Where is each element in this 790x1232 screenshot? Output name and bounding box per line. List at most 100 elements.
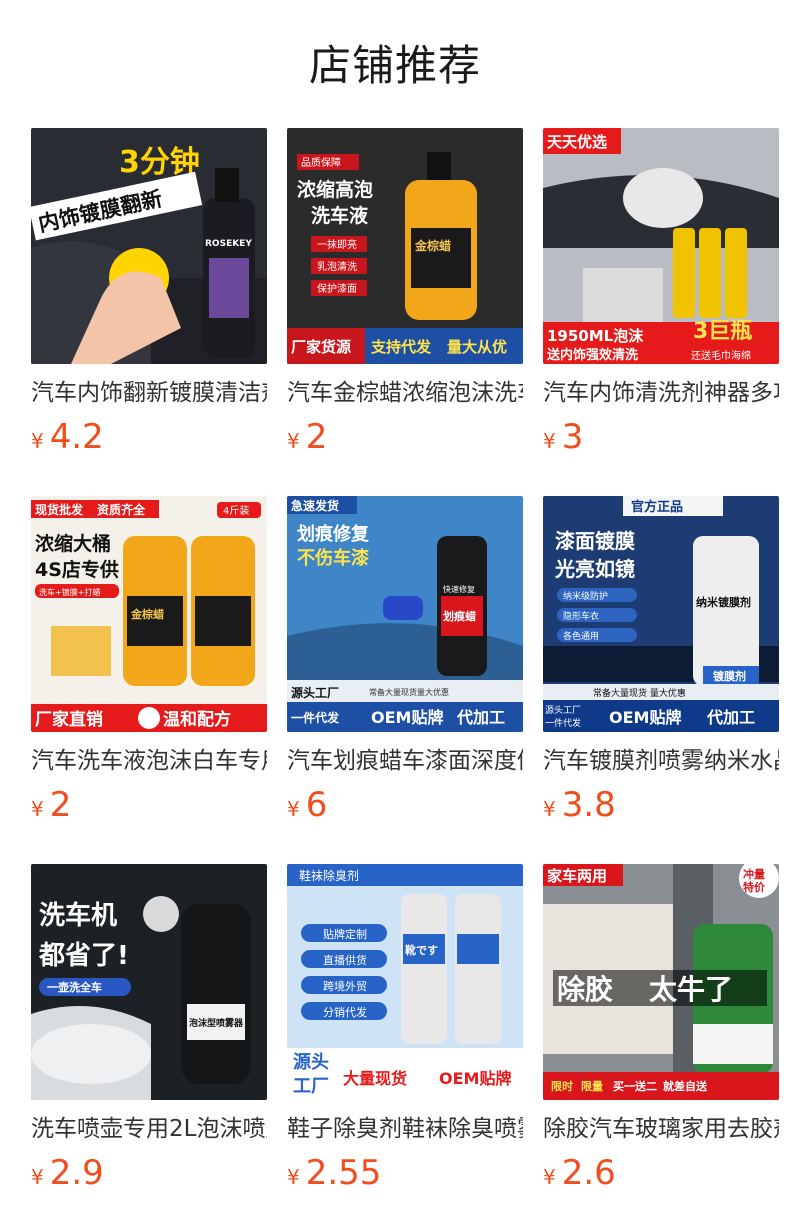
image-text: 官方正品 <box>631 499 683 515</box>
product-image[interactable]: 家车两用 冲量 特价 除胶 太牛了 限时 限量 买一送二 就差自送 <box>543 864 779 1100</box>
currency-symbol: ¥ <box>543 797 556 821</box>
image-text: 都省了! <box>38 941 129 971</box>
image-text: 划痕修复 <box>297 523 370 545</box>
product-image[interactable]: 泡沫型喷雾器 洗车机 都省了! 一壶洗全车 <box>31 864 267 1100</box>
image-text: 洗车机 <box>39 900 117 931</box>
image-text: 急速发货 <box>291 498 339 513</box>
image-text: 一件代发 <box>291 710 340 725</box>
product-name[interactable]: 鞋子除臭剂鞋袜除臭喷雾 <box>287 1112 523 1146</box>
image-text: 常备大量现货 量大优惠 <box>593 687 686 699</box>
product-card[interactable]: 天天优选 1950ML泡沫 3巨瓶 送内饰强效清洗 还送毛巾海绵 汽车内饰清洗剂… <box>543 128 779 458</box>
image-text: 一壶洗全车 <box>47 980 102 994</box>
product-price: ¥6 <box>287 784 327 826</box>
price-value: 3 <box>561 417 584 457</box>
image-text: 洗车+镀膜+打蜡 <box>39 587 100 597</box>
image-text: 源头工厂 <box>291 685 339 700</box>
image-text: 一抹即亮 <box>317 238 357 251</box>
product-price: ¥2.55 <box>287 1152 381 1194</box>
image-text: 直播供货 <box>323 953 367 967</box>
image-text: 就差自送 <box>663 1079 708 1093</box>
price-value: 2.6 <box>561 1153 616 1193</box>
product-image[interactable]: 3分钟 内饰镀膜翻新 ROSEKEY <box>31 128 267 364</box>
price-value: 2 <box>305 417 328 457</box>
product-name[interactable]: 汽车金棕蜡浓缩泡沫洗车液 <box>287 376 523 410</box>
image-text: 分销代发 <box>323 1005 367 1019</box>
image-text: 靴です <box>405 943 438 957</box>
product-name[interactable]: 除胶汽车玻璃家用去胶剂 <box>543 1112 779 1146</box>
product-image[interactable]: 划痕蜡 快速修复 急速发货 划痕修复 不伤车漆 源头工厂 常备大量现货量大优惠 … <box>287 496 523 732</box>
image-text: 金棕蜡 <box>130 607 164 621</box>
price-value: 2.55 <box>305 1153 382 1193</box>
product-card[interactable]: 泡沫型喷雾器 洗车机 都省了! 一壶洗全车 洗车喷壶专用2L泡沫喷壶 ¥2.9 <box>31 864 267 1194</box>
product-price: ¥2 <box>287 416 327 458</box>
image-text: OEM贴牌 <box>439 1069 511 1088</box>
image-text: 资质齐全 <box>97 502 146 517</box>
image-text: 4S店专供 <box>35 558 119 581</box>
image-text: 品质保障 <box>301 156 341 169</box>
image-text: 还送毛巾海绵 <box>691 349 751 362</box>
image-text: 划痕蜡 <box>443 609 476 623</box>
product-name[interactable]: 汽车内饰清洗剂神器多功能 <box>543 376 779 410</box>
image-text: 泡沫型喷雾器 <box>189 1017 244 1029</box>
image-text: 一件代发 <box>545 717 581 729</box>
image-text: 洗车液 <box>311 204 369 227</box>
image-text: 工厂 <box>293 1076 329 1097</box>
product-image[interactable]: 鞋袜除臭剂 贴牌定制 直播供货 跨境外贸 分销代发 靴です 源头 工厂 大量现货 <box>287 864 523 1100</box>
currency-symbol: ¥ <box>287 797 300 821</box>
product-price: ¥3.8 <box>543 784 616 826</box>
product-grid: 3分钟 内饰镀膜翻新 ROSEKEY 汽车内饰翻新镀膜清洁剂 ¥4.2 品质保障… <box>31 128 779 1208</box>
image-text: 限量 <box>581 1079 603 1093</box>
image-text: 隐形车衣 <box>563 610 599 622</box>
product-image[interactable]: 天天优选 1950ML泡沫 3巨瓶 送内饰强效清洗 还送毛巾海绵 <box>543 128 779 364</box>
image-text: 跨境外贸 <box>323 979 367 993</box>
currency-symbol: ¥ <box>31 797 44 821</box>
price-value: 4.2 <box>49 417 104 457</box>
product-card[interactable]: 官方正品 漆面镀膜 光亮如镜 纳米级防护 隐形车衣 各色通用 纳米镀膜剂 镀膜剂… <box>543 496 779 826</box>
image-text: 代加工 <box>456 708 505 727</box>
product-card[interactable]: 现货批发 资质齐全 4斤装 浓缩大桶 4S店专供 洗车+镀膜+打蜡 金棕蜡 厂家… <box>31 496 267 826</box>
image-text: 限时 <box>551 1079 573 1093</box>
image-text: 太牛了 <box>649 973 733 1006</box>
image-text: 4斤装 <box>223 504 249 517</box>
image-text: 金棕蜡 <box>414 238 451 253</box>
image-text: 家车两用 <box>547 867 607 885</box>
currency-symbol: ¥ <box>31 429 44 453</box>
product-card[interactable]: 划痕蜡 快速修复 急速发货 划痕修复 不伤车漆 源头工厂 常备大量现货量大优惠 … <box>287 496 523 826</box>
product-name[interactable]: 汽车镀膜剂喷雾纳米水晶 <box>543 744 779 778</box>
product-image[interactable]: 官方正品 漆面镀膜 光亮如镜 纳米级防护 隐形车衣 各色通用 纳米镀膜剂 镀膜剂… <box>543 496 779 732</box>
product-name[interactable]: 汽车划痕蜡车漆面深度修复 <box>287 744 523 778</box>
image-text: 纳米镀膜剂 <box>696 595 751 609</box>
product-name[interactable]: 洗车喷壶专用2L泡沫喷壶 <box>31 1112 267 1146</box>
image-text: 浓缩高泡 <box>297 178 373 201</box>
product-name[interactable]: 汽车洗车液泡沫白车专用 <box>31 744 267 778</box>
product-card[interactable]: 品质保障 浓缩高泡 洗车液 一抹即亮 乳泡清洗 保护漆面 金棕蜡 厂家货源 支持… <box>287 128 523 458</box>
product-card[interactable]: 3分钟 内饰镀膜翻新 ROSEKEY 汽车内饰翻新镀膜清洁剂 ¥4.2 <box>31 128 267 458</box>
image-text: 不伤车漆 <box>297 547 369 569</box>
currency-symbol: ¥ <box>287 429 300 453</box>
image-text: 厂家货源 <box>291 338 351 356</box>
image-text: 乳泡清洗 <box>317 260 357 273</box>
product-card[interactable]: 鞋袜除臭剂 贴牌定制 直播供货 跨境外贸 分销代发 靴です 源头 工厂 大量现货 <box>287 864 523 1194</box>
product-price: ¥2.9 <box>31 1152 104 1194</box>
price-value: 3.8 <box>561 785 616 825</box>
image-text: 各色通用 <box>563 630 599 642</box>
image-text: 鞋袜除臭剂 <box>299 868 359 883</box>
currency-symbol: ¥ <box>31 1165 44 1189</box>
image-text: 浓缩大桶 <box>35 532 111 555</box>
page-title: 店铺推荐 <box>308 41 481 90</box>
product-card[interactable]: 家车两用 冲量 特价 除胶 太牛了 限时 限量 买一送二 就差自送 除胶汽车玻璃… <box>543 864 779 1194</box>
currency-symbol: ¥ <box>543 429 556 453</box>
image-text: 天天优选 <box>547 133 607 151</box>
product-price: ¥3 <box>543 416 583 458</box>
product-name[interactable]: 汽车内饰翻新镀膜清洁剂 <box>31 376 267 410</box>
image-text: 3巨瓶 <box>693 319 752 344</box>
image-text: 光亮如镜 <box>554 557 635 581</box>
image-text: 纳米级防护 <box>563 590 608 602</box>
image-text: OEM贴牌 <box>609 708 681 727</box>
product-price: ¥4.2 <box>31 416 104 458</box>
image-text: 厂家直销 <box>35 709 103 730</box>
product-image[interactable]: 品质保障 浓缩高泡 洗车液 一抹即亮 乳泡清洗 保护漆面 金棕蜡 厂家货源 支持… <box>287 128 523 364</box>
image-text: 代加工 <box>706 708 755 727</box>
currency-symbol: ¥ <box>287 1165 300 1189</box>
product-image[interactable]: 现货批发 资质齐全 4斤装 浓缩大桶 4S店专供 洗车+镀膜+打蜡 金棕蜡 厂家… <box>31 496 267 732</box>
